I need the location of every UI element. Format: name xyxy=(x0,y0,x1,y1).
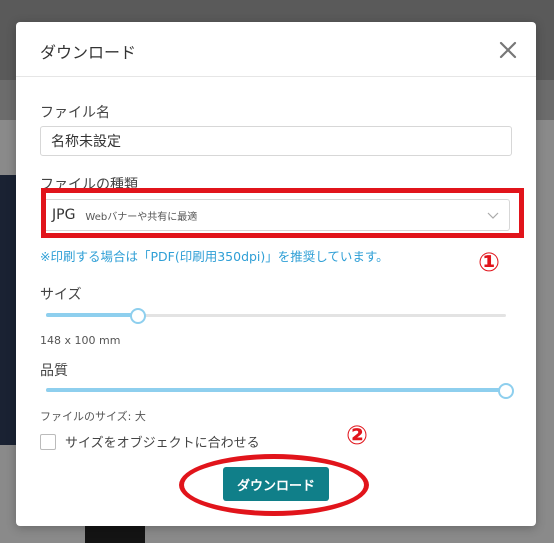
annotation-highlight-box xyxy=(41,188,524,238)
close-icon xyxy=(499,41,517,59)
fit-to-object-option[interactable]: サイズをオブジェクトに合わせる xyxy=(40,432,260,451)
annotation-marker-2: ② xyxy=(346,421,369,451)
close-button[interactable] xyxy=(496,38,520,62)
print-notice: ※印刷する場合は「PDF(印刷用350dpi)」を推奨しています。 xyxy=(40,249,389,264)
dialog-title: ダウンロード xyxy=(40,43,137,62)
size-value: 148 x 100 mm xyxy=(40,334,121,347)
dialog-header: ダウンロード xyxy=(16,22,536,77)
file-name-value: 名称未設定 xyxy=(51,134,121,150)
download-dialog: ダウンロード ファイル名 名称未設定 ファイルの種類 JPG Webバナーや共有… xyxy=(16,22,536,526)
file-size-text: ファイルのサイズ: 大 xyxy=(40,410,146,423)
file-name-label: ファイル名 xyxy=(40,105,110,121)
download-button[interactable]: ダウンロード xyxy=(223,467,329,501)
size-slider-thumb[interactable] xyxy=(130,308,146,324)
quality-slider-thumb[interactable] xyxy=(498,383,514,399)
size-slider-fill xyxy=(46,313,138,317)
annotation-marker-1: ① xyxy=(478,248,501,278)
fit-to-object-label: サイズをオブジェクトに合わせる xyxy=(65,436,260,451)
fit-to-object-checkbox[interactable] xyxy=(40,433,56,450)
size-label: サイズ xyxy=(40,287,82,303)
size-slider[interactable] xyxy=(46,307,506,324)
file-name-input[interactable]: 名称未設定 xyxy=(40,126,512,156)
quality-label: 品質 xyxy=(40,363,68,379)
quality-slider-fill xyxy=(46,388,506,392)
quality-slider[interactable] xyxy=(46,382,514,399)
